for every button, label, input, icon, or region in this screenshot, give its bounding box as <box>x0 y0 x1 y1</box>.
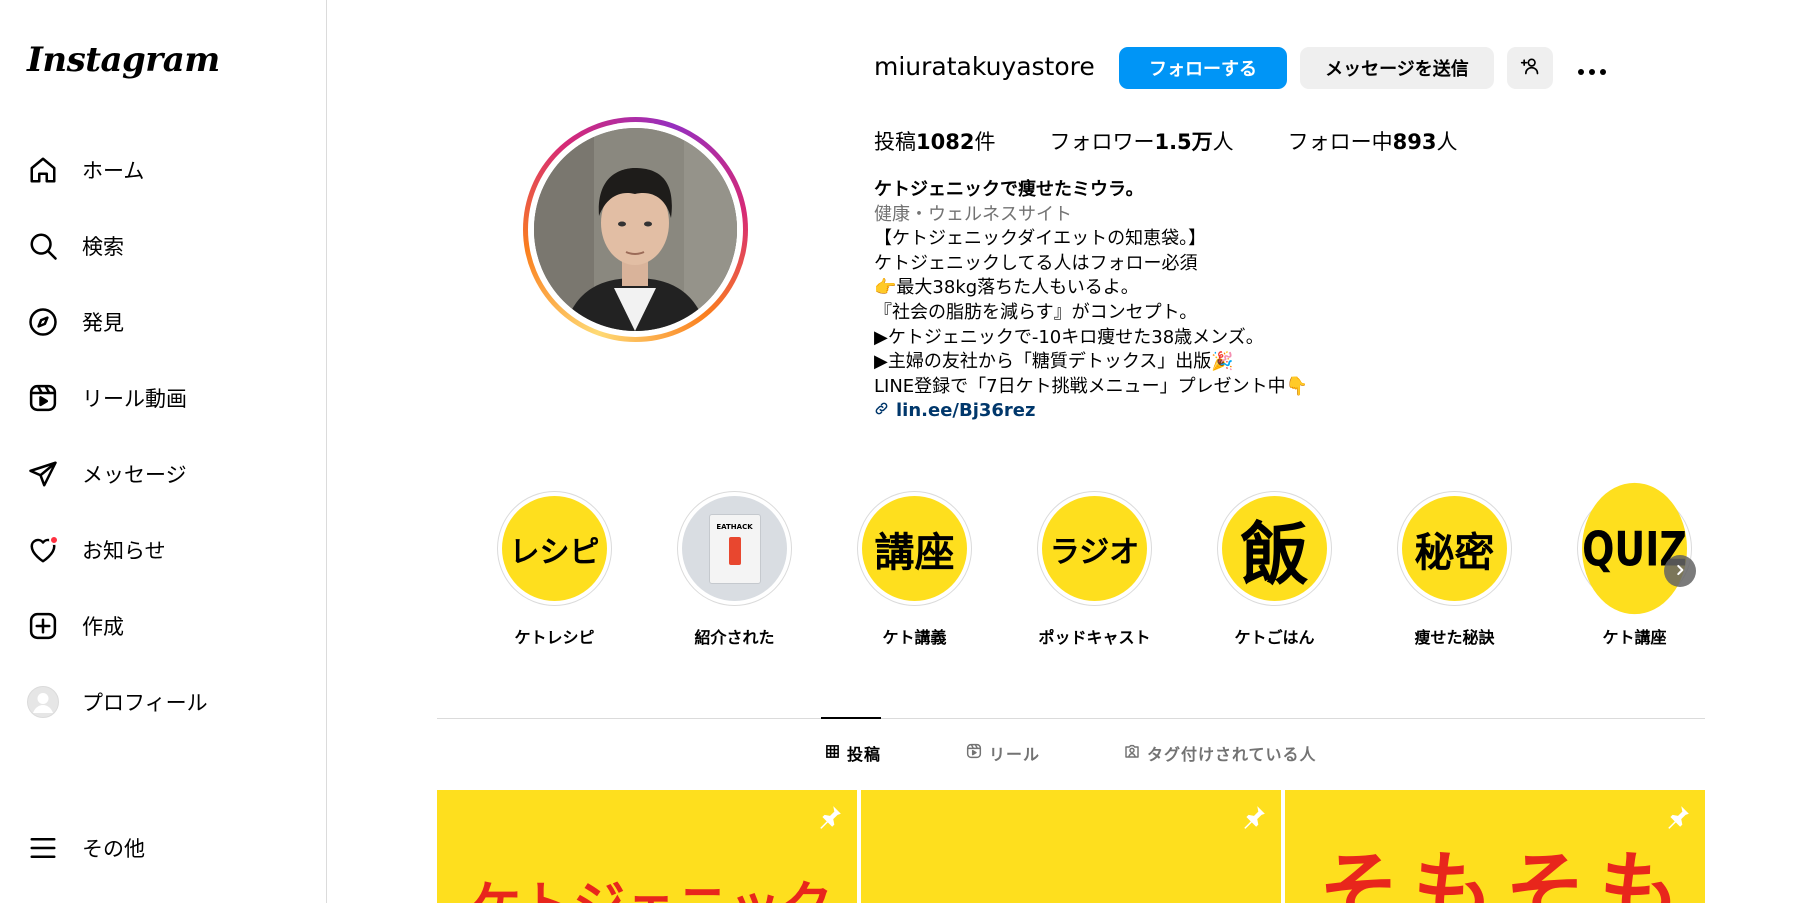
highlight-cover: QUIZ <box>1582 482 1687 615</box>
highlight-caption: 痩せた秘訣 <box>1414 628 1495 647</box>
sidebar-item-label: ホーム <box>82 159 145 183</box>
sidebar-item-label: プロフィール <box>82 691 208 715</box>
posts-count: 投稿1082件 <box>874 130 996 154</box>
highlight-item[interactable]: 講座 ケト講義 <box>857 491 972 648</box>
bio-line: ▶︎主婦の友社から「糖質デトックス」出版🎉 <box>874 351 1234 373</box>
highlight-item[interactable]: レシピ ケトレシピ <box>497 491 612 648</box>
highlight-cover: ラジオ <box>1042 496 1147 601</box>
profile-category: 健康・ウェルネスサイト <box>874 203 1072 225</box>
highlight-cover: 飯 <box>1222 496 1327 601</box>
sidebar-item-label: お知らせ <box>82 539 166 563</box>
create-plus-icon <box>26 609 60 643</box>
send-message-button[interactable]: メッセージを送信 <box>1300 47 1494 89</box>
sidebar-item-messages[interactable]: メッセージ <box>26 448 296 500</box>
profile-avatar-story-ring[interactable] <box>523 117 748 342</box>
bio-line: 👉最大38kg落ちた人もいるよ。 <box>874 277 1139 299</box>
highlight-caption: ケトごはん <box>1234 628 1315 647</box>
profile-display-name: ケトジェニックで痩せたミウラ。 <box>874 179 1144 200</box>
ellipsis-icon <box>1577 53 1607 83</box>
tab-reels[interactable]: リール <box>966 741 1040 765</box>
bio-line: 【ケトジェニックダイエットの知恵袋。】 <box>874 228 1207 250</box>
highlight-caption: ケトレシピ <box>514 628 595 647</box>
highlight-item[interactable]: 飯 ケトごはん <box>1217 491 1332 648</box>
pin-icon <box>1241 804 1267 834</box>
highlight-cover: 秘密 <box>1402 496 1507 601</box>
sidebar-item-create[interactable]: 作成 <box>26 600 296 652</box>
profile-avatar-icon <box>26 685 60 719</box>
tagged-person-icon <box>1124 743 1147 763</box>
chevron-right-icon <box>1673 562 1687 581</box>
sidebar-item-home[interactable]: ホーム <box>26 144 296 196</box>
sidebar-item-search[interactable]: 検索 <box>26 220 296 272</box>
tab-label: タグ付けされている人 <box>1147 745 1317 764</box>
profile-avatar <box>534 128 737 331</box>
explore-compass-icon <box>26 305 60 339</box>
highlight-caption: ポッドキャスト <box>1038 628 1151 647</box>
sidebar-item-label: 発見 <box>82 311 124 335</box>
post-thumbnail[interactable]: そもそも <box>1285 790 1705 903</box>
highlights-next-button[interactable] <box>1664 555 1696 587</box>
bio-line: ▶︎ケトジェニックで-10キロ痩せた38歳メンズ。 <box>874 326 1264 348</box>
highlight-item[interactable]: ラジオ ポッドキャスト <box>1037 491 1152 648</box>
tab-label: リール <box>989 745 1041 764</box>
followers-count[interactable]: フォロワー1.5万人 <box>1049 126 1233 156</box>
highlight-cover: レシピ <box>502 496 607 601</box>
post-text: そもそも <box>1319 843 1694 903</box>
sidebar: Instagram ホーム 検索 発見 リール動画 メッセージ お知らせ 作成 … <box>0 0 327 903</box>
link-icon <box>874 399 896 424</box>
bio-link-text: lin.ee/Bj36rez <box>896 400 1036 422</box>
search-icon <box>26 229 60 263</box>
sidebar-item-notifications[interactable]: お知らせ <box>26 524 296 576</box>
sidebar-item-label: 検索 <box>82 235 124 259</box>
highlight-caption: 紹介された <box>694 628 775 647</box>
sidebar-item-label: メッセージ <box>82 463 187 487</box>
bio-line: 『社会の脂肪を減らす』がコンセプト。 <box>874 301 1198 323</box>
following-count[interactable]: フォロー中893人 <box>1288 126 1458 156</box>
tab-posts[interactable]: 投稿 <box>825 741 881 765</box>
bio-link[interactable]: lin.ee/Bj36rez <box>874 399 1308 424</box>
highlight-cover: 講座 <box>862 496 967 601</box>
highlight-caption: ケト講座 <box>1602 628 1667 647</box>
reels-icon <box>26 381 60 415</box>
highlight-caption: ケト講義 <box>882 628 947 647</box>
sidebar-item-profile[interactable]: プロフィール <box>26 676 296 728</box>
sidebar-item-explore[interactable]: 発見 <box>26 296 296 348</box>
sidebar-item-more[interactable]: その他 <box>26 822 296 874</box>
highlight-cover: EATHACK <box>682 496 787 601</box>
suggested-users-button[interactable] <box>1507 47 1553 89</box>
bio-line: LINE登録で「7日ケト挑戦メニュー」プレゼント中👇 <box>874 375 1309 397</box>
grid-icon <box>825 744 847 763</box>
profile-stats: 投稿1082件 フォロワー1.5万人 フォロー中893人 <box>874 126 1512 156</box>
profile-username: miuratakuyastore <box>874 52 1095 81</box>
sidebar-item-label: リール動画 <box>82 387 187 411</box>
highlight-cover-text: EATHACK <box>716 522 753 531</box>
sidebar-item-reels[interactable]: リール動画 <box>26 372 296 424</box>
more-options-button[interactable] <box>1572 52 1612 84</box>
sidebar-item-label: 作成 <box>82 615 124 639</box>
post-thumbnail[interactable] <box>861 790 1281 903</box>
profile-bio: ケトジェニックで痩せたミウラ。 健康・ウェルネスサイト 【ケトジェニックダイエッ… <box>874 178 1308 424</box>
post-text: ケトジェニック <box>469 864 833 903</box>
notification-dot <box>49 535 59 545</box>
add-person-icon <box>1520 56 1540 81</box>
tab-label: 投稿 <box>847 745 882 764</box>
post-thumbnail[interactable]: ケトジェニック <box>437 790 857 903</box>
reels-icon <box>966 743 989 763</box>
bio-line: ケトジェニックしてる人はフォロー必須 <box>874 252 1198 274</box>
highlight-item[interactable]: 秘密 痩せた秘訣 <box>1397 491 1512 648</box>
home-icon <box>26 153 60 187</box>
heart-icon <box>26 533 60 567</box>
sidebar-item-label: その他 <box>82 837 145 861</box>
hamburger-menu-icon <box>26 831 60 865</box>
messages-paper-plane-icon <box>26 457 60 491</box>
pin-icon <box>817 804 843 834</box>
highlight-item[interactable]: EATHACK 紹介された <box>677 491 792 648</box>
tab-tagged[interactable]: タグ付けされている人 <box>1124 741 1317 765</box>
instagram-logo[interactable]: Instagram <box>27 40 220 80</box>
follow-button[interactable]: フォローする <box>1119 47 1287 89</box>
tabs-divider <box>437 718 1705 719</box>
active-tab-indicator <box>821 717 881 719</box>
